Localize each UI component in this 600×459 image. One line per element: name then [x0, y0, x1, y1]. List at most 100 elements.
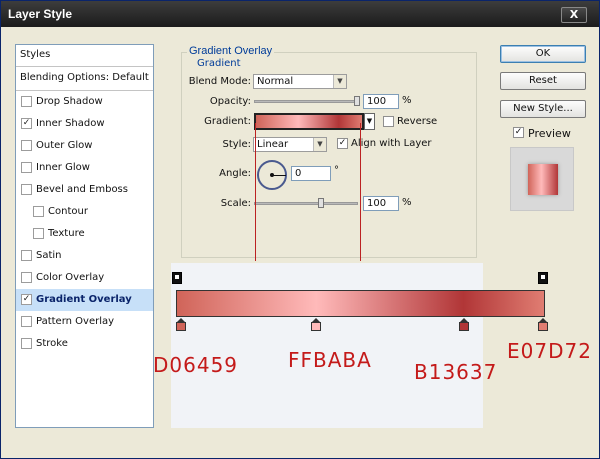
style-item-label: Drop Shadow: [36, 96, 103, 107]
gradient-bar[interactable]: [176, 290, 545, 317]
opacity-input[interactable]: 100: [363, 94, 399, 109]
style-item-inner-shadow[interactable]: ✓ Inner Shadow: [16, 113, 153, 135]
stop-color-box: [458, 322, 469, 331]
title-bar: Layer Style X: [1, 1, 599, 27]
style-label: Style:: [222, 139, 252, 150]
stop-hex-label: E07D72: [507, 339, 592, 363]
color-stop-b13637[interactable]: [458, 318, 469, 331]
angle-indicator: [272, 175, 286, 176]
opacity-percent: %: [402, 95, 412, 106]
styles-list: Styles Blending Options: Default Drop Sh…: [15, 44, 154, 428]
opacity-label: Opacity:: [209, 96, 251, 107]
gradient-picker[interactable]: [254, 113, 364, 130]
opacity-slider-thumb[interactable]: [354, 96, 360, 106]
reverse-checkbox[interactable]: [383, 116, 394, 127]
style-item-outer-glow[interactable]: Outer Glow: [16, 135, 153, 157]
style-checkbox[interactable]: [21, 250, 32, 261]
layer-style-dialog: Layer Style X Styles Blending Options: D…: [0, 0, 600, 459]
angle-center-dot: [270, 173, 274, 177]
style-item-label: Bevel and Emboss: [36, 184, 128, 195]
style-checkbox[interactable]: [21, 184, 32, 195]
opacity-stop-left[interactable]: [172, 272, 182, 284]
window-title: Layer Style: [8, 7, 73, 21]
ok-button[interactable]: OK: [500, 45, 586, 63]
gradient-dropdown-chevron-icon[interactable]: ▼: [364, 113, 375, 130]
stop-color-box: [538, 322, 548, 331]
blending-options-item[interactable]: Blending Options: Default: [16, 67, 153, 91]
style-item-contour[interactable]: Contour: [16, 201, 153, 223]
style-item-label: Inner Shadow: [36, 118, 105, 129]
style-item-label: Pattern Overlay: [36, 316, 115, 327]
style-checkbox[interactable]: [33, 206, 44, 217]
color-stop-ffbaba[interactable]: [311, 318, 322, 331]
style-item-bevel-and-emboss[interactable]: Bevel and Emboss: [16, 179, 153, 201]
style-checkbox[interactable]: [21, 162, 32, 173]
opacity-stop-right[interactable]: [538, 272, 548, 284]
blend-mode-select[interactable]: Normal ▼: [253, 74, 347, 89]
stop-hex-label: D06459: [153, 353, 239, 377]
style-item-label: Color Overlay: [36, 272, 105, 283]
style-checkbox[interactable]: ✓: [21, 294, 32, 305]
blend-mode-label: Blend Mode:: [188, 76, 251, 87]
scale-slider-thumb[interactable]: [317, 198, 324, 208]
style-checkbox[interactable]: [33, 228, 44, 239]
close-button[interactable]: X: [561, 7, 587, 23]
style-checkbox[interactable]: [21, 272, 32, 283]
style-checkbox[interactable]: [21, 140, 32, 151]
chevron-down-icon: ▼: [333, 75, 346, 88]
style-item-gradient-overlay[interactable]: ✓ Gradient Overlay: [16, 289, 153, 311]
style-item-label: Inner Glow: [36, 162, 90, 173]
style-item-label: Contour: [48, 206, 88, 217]
preview-swatch: [528, 164, 558, 195]
style-checkbox[interactable]: [21, 316, 32, 327]
style-item-drop-shadow[interactable]: Drop Shadow: [16, 91, 153, 113]
angle-dial[interactable]: [257, 160, 287, 190]
blend-mode-value: Normal: [257, 76, 294, 87]
scale-label: Scale:: [220, 198, 251, 209]
style-item-stroke[interactable]: Stroke: [16, 333, 153, 355]
stop-color-box: [311, 322, 322, 331]
style-item-label: Gradient Overlay: [36, 294, 132, 305]
align-with-layer-checkbox[interactable]: ✓: [337, 138, 348, 149]
degree-symbol: °: [334, 165, 339, 176]
stop-hex-label: B13637: [414, 360, 498, 384]
opacity-slider-track[interactable]: [254, 100, 358, 103]
styles-header[interactable]: Styles: [16, 45, 153, 67]
style-item-satin[interactable]: Satin: [16, 245, 153, 267]
style-value: Linear: [257, 139, 289, 150]
style-select[interactable]: Linear ▼: [253, 137, 327, 152]
gradient-editor-area: [171, 263, 483, 428]
align-with-layer-label: Align with Layer: [351, 138, 432, 149]
preview-checkbox[interactable]: ✓: [513, 127, 524, 138]
style-item-pattern-overlay[interactable]: Pattern Overlay: [16, 311, 153, 333]
guide-line-left: [255, 123, 256, 261]
reset-button[interactable]: Reset: [500, 72, 586, 90]
scale-slider-track[interactable]: [254, 202, 358, 205]
color-stop-d06459[interactable]: [176, 318, 186, 331]
style-item-color-overlay[interactable]: Color Overlay: [16, 267, 153, 289]
style-checkbox[interactable]: ✓: [21, 118, 32, 129]
style-item-label: Satin: [36, 250, 62, 261]
style-checkbox[interactable]: [21, 338, 32, 349]
scale-input[interactable]: 100: [363, 196, 399, 211]
chevron-down-icon: ▼: [313, 138, 326, 151]
guide-line-right: [360, 123, 361, 261]
stop-hex-label: FFBABA: [288, 348, 372, 372]
reverse-label: Reverse: [397, 116, 438, 127]
preview-label: Preview: [528, 127, 571, 140]
preview-thumbnail: [510, 147, 574, 211]
color-stop-e07d72[interactable]: [538, 318, 548, 331]
stop-color-box: [176, 322, 186, 331]
style-item-inner-glow[interactable]: Inner Glow: [16, 157, 153, 179]
group-title: Gradient Overlay: [187, 45, 275, 57]
style-item-label: Outer Glow: [36, 140, 93, 151]
style-item-label: Texture: [48, 228, 85, 239]
style-item-label: Stroke: [36, 338, 68, 349]
new-style-button[interactable]: New Style...: [500, 100, 586, 118]
style-checkbox[interactable]: [21, 96, 32, 107]
gradient-label: Gradient:: [204, 116, 251, 127]
scale-percent: %: [402, 197, 412, 208]
angle-input[interactable]: 0: [291, 166, 331, 181]
style-item-texture[interactable]: Texture: [16, 223, 153, 245]
group-subtitle: Gradient: [197, 58, 241, 69]
